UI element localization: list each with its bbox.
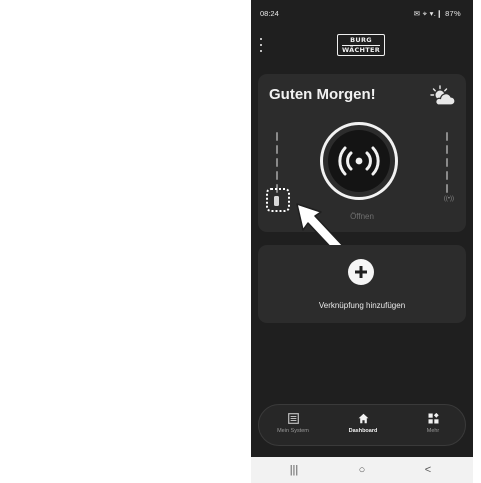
status-icons: ✉ ⌖ ▾.❙ 87%: [413, 9, 461, 18]
logo-line2: WÄCHTER: [341, 44, 381, 54]
system-navigation-bar: ||| ○ <: [251, 457, 473, 483]
home-icon: [358, 413, 368, 424]
nav-label-mein-system: Mein System: [277, 428, 309, 434]
right-level-bar: [445, 132, 449, 193]
nav-label-dashboard: Dashboard: [348, 428, 378, 434]
open-label: Öffnen: [350, 212, 374, 221]
nav-item-mehr[interactable]: Mehr: [403, 413, 463, 434]
plus-icon: [355, 266, 367, 278]
back-button[interactable]: <: [413, 461, 443, 479]
left-level-bar: [275, 132, 279, 193]
partly-cloudy-icon: [430, 85, 456, 106]
nav-item-mein-system[interactable]: Mein System: [263, 413, 323, 434]
status-time: 08:24: [260, 9, 279, 18]
signal-hint-icon: ((•)): [443, 196, 454, 202]
nav-label-mehr: Mehr: [426, 428, 440, 434]
greeting-card: Guten Morgen! ((•)) Öffnen: [258, 74, 466, 232]
app-bar: BURG WÄCHTER: [251, 30, 473, 60]
bottom-navigation: Mein System Dashboard Mehr: [258, 404, 466, 446]
phone-screen: 08:24 ✉ ⌖ ▾.❙ 87% BURG WÄCHTER Guten Mor…: [251, 0, 473, 483]
greeting-title: Guten Morgen!: [269, 86, 376, 103]
list-icon: [287, 413, 299, 424]
more-vert-icon[interactable]: [257, 38, 265, 52]
nav-item-dashboard[interactable]: Dashboard: [333, 413, 393, 434]
wireless-signal-icon: [338, 146, 380, 176]
add-shortcut-label: Verknüpfung hinzufügen: [318, 301, 406, 310]
add-button[interactable]: [348, 259, 374, 285]
recents-button[interactable]: |||: [279, 461, 309, 479]
highlight-box: [266, 188, 290, 212]
status-bar: 08:24 ✉ ⌖ ▾.❙ 87%: [251, 6, 473, 22]
burg-waechter-logo: BURG WÄCHTER: [337, 34, 385, 56]
grid-icon: [428, 413, 439, 424]
home-button[interactable]: ○: [347, 461, 377, 479]
logo-line1: BURG: [350, 35, 372, 44]
open-button[interactable]: [320, 122, 398, 200]
add-shortcut-card[interactable]: Verknüpfung hinzufügen: [258, 245, 466, 323]
